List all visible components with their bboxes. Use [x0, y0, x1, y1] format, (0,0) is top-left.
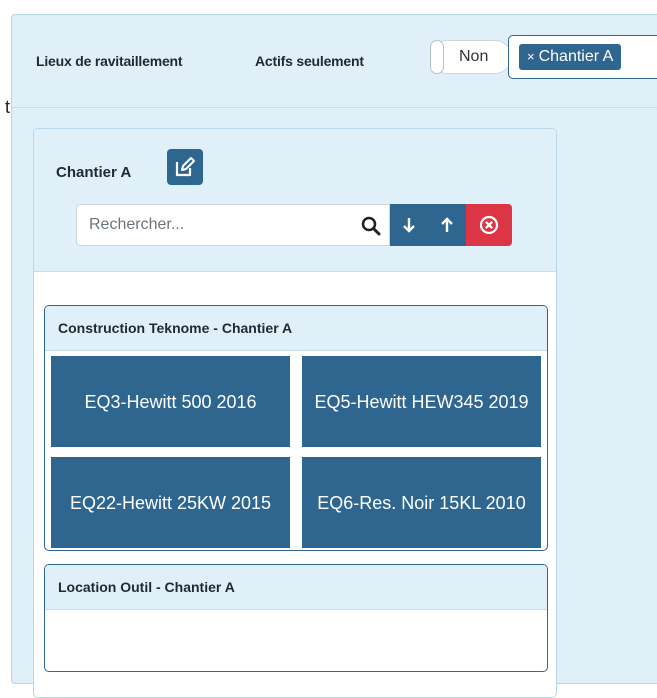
edit-icon	[175, 157, 195, 177]
equipment-group: Location Outil - Chantier A	[44, 564, 548, 672]
group-title: Construction Teknome - Chantier A	[45, 306, 547, 351]
search-button[interactable]	[352, 204, 390, 246]
equipment-tile[interactable]: EQ6-Res. Noir 15KL 2010	[302, 457, 541, 548]
site-title: Chantier A	[56, 164, 132, 181]
site-card: Chantier A Rechercher... Construction Te…	[33, 128, 557, 698]
search-icon	[361, 216, 381, 236]
arrow-down-icon	[403, 218, 415, 233]
locations-label: Lieux de ravitaillement	[36, 53, 183, 69]
toggle-value: Non	[459, 48, 489, 65]
equipment-tile[interactable]: EQ3-Hewitt 500 2016	[51, 356, 290, 447]
sort-up-button[interactable]	[428, 204, 466, 246]
active-only-label: Actifs seulement	[255, 53, 364, 69]
search-input[interactable]	[76, 204, 352, 246]
location-select[interactable]: × Chantier A	[508, 35, 657, 79]
toggle-knob[interactable]	[430, 40, 444, 74]
edit-button[interactable]	[167, 149, 203, 185]
clear-search-button[interactable]	[466, 204, 512, 246]
group-title: Location Outil - Chantier A	[45, 565, 547, 610]
filter-bar: Lieux de ravitaillement Actifs seulement…	[12, 15, 657, 108]
equipment-grid: EQ3-Hewitt 500 2016 EQ5-Hewitt HEW345 20…	[45, 351, 547, 548]
chip-label: Chantier A	[538, 48, 614, 65]
arrow-up-icon	[441, 217, 453, 232]
close-circle-icon	[479, 215, 499, 235]
sort-down-button[interactable]	[390, 204, 428, 246]
site-header: Chantier A	[34, 129, 556, 272]
equipment-tile[interactable]: EQ5-Hewitt HEW345 2019	[302, 356, 541, 447]
equipment-tile[interactable]: EQ22-Hewitt 25KW 2015	[51, 457, 290, 548]
chip-remove-icon[interactable]: ×	[527, 49, 535, 64]
equipment-group: Construction Teknome - Chantier A EQ3-He…	[44, 305, 548, 551]
selected-location-chip[interactable]: × Chantier A	[519, 44, 622, 70]
filter-panel: Lieux de ravitaillement Actifs seulement…	[11, 14, 657, 698]
stray-text: t	[4, 97, 10, 117]
active-only-toggle[interactable]: Non	[430, 40, 512, 74]
